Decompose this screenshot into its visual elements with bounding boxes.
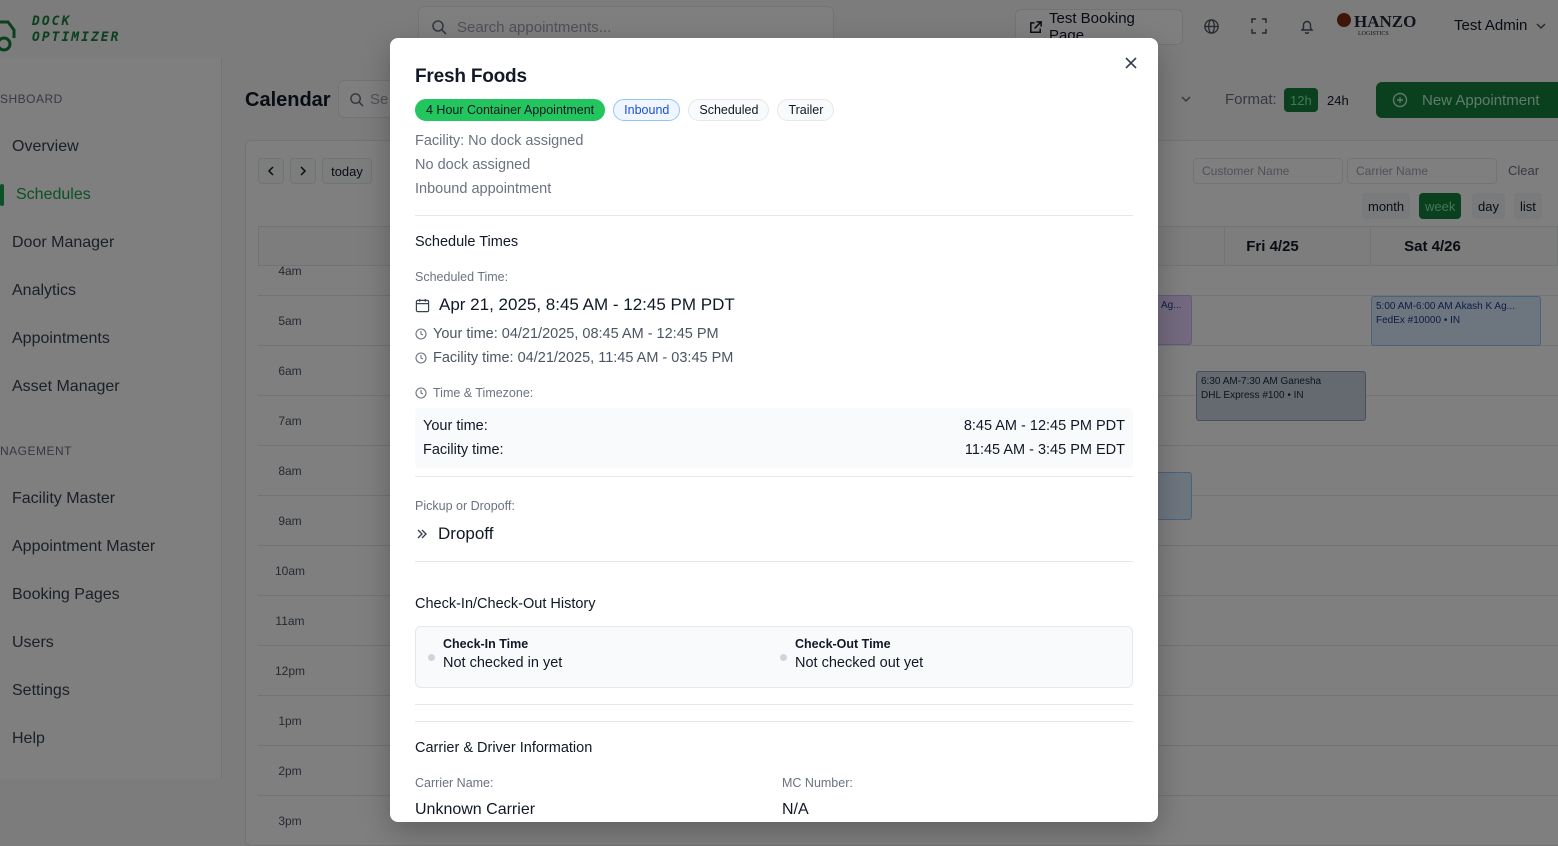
time-timezone-label-text: Time & Timezone: — [433, 386, 534, 400]
clock-icon — [415, 387, 427, 399]
carrier-name-value: Unknown Carrier — [415, 801, 536, 818]
divider — [415, 704, 1133, 705]
calendar-icon — [415, 298, 430, 313]
carrier-name-label: Carrier Name: — [415, 776, 494, 790]
checkin-column: Check-In Time Not checked in yet — [428, 637, 562, 671]
facility-time-value: Facility time: 04/21/2025, 11:45 AM - 03… — [433, 350, 734, 366]
badge-appointment-type: 4 Hour Container Appointment — [415, 99, 606, 121]
tz-facility-value: 11:45 AM - 3:45 PM EDT — [964, 442, 1125, 458]
dock-line: No dock assigned — [415, 157, 531, 173]
checkout-title: Check-Out Time — [795, 637, 891, 651]
your-time-value: Your time: 04/21/2025, 08:45 AM - 12:45 … — [433, 326, 719, 342]
direction-line: Inbound appointment — [415, 181, 552, 197]
modal-title: Fresh Foods — [415, 66, 527, 87]
schedule-times-heading: Schedule Times — [415, 234, 519, 250]
divider — [415, 721, 1133, 722]
mc-number-value: N/A — [782, 801, 809, 818]
status-dot — [780, 654, 787, 661]
scheduled-time-label: Scheduled Time: — [415, 270, 509, 284]
facility-line: Facility: No dock assigned — [415, 133, 584, 149]
checkout-value: Not checked out yet — [795, 655, 924, 671]
pickup-dropoff-label: Pickup or Dropoff: — [415, 499, 515, 513]
your-time-row: Your time: 04/21/2025, 08:45 AM - 12:45 … — [415, 326, 719, 342]
checkin-title: Check-In Time — [443, 637, 529, 651]
checkin-history-heading: Check-In/Check-Out History — [415, 596, 596, 612]
clock-icon — [415, 328, 427, 340]
scheduled-time-row: Apr 21, 2025, 8:45 AM - 12:45 PM PDT — [415, 295, 735, 315]
time-timezone-label: Time & Timezone: — [415, 386, 533, 400]
checkin-history-box: Check-In Time Not checked in yet Check-O… — [415, 626, 1133, 688]
close-button[interactable] — [1122, 54, 1140, 72]
badge-status: Scheduled — [688, 99, 770, 121]
mc-number-label: MC Number: — [782, 776, 853, 790]
tz-your-value: 8:45 AM - 12:45 PM PDT — [963, 418, 1125, 434]
facility-time-row: Facility time: 04/21/2025, 11:45 AM - 03… — [415, 350, 733, 366]
scheduled-time-value: Apr 21, 2025, 8:45 AM - 12:45 PM PDT — [439, 295, 735, 314]
divider — [415, 561, 1133, 562]
tz-your-key: Your time: — [423, 418, 488, 434]
appointment-badges: 4 Hour Container Appointment Inbound Sch… — [415, 99, 835, 121]
checkin-value: Not checked in yet — [443, 655, 563, 671]
tz-your-row: Your time: 8:45 AM - 12:45 PM PDT — [423, 418, 1125, 434]
tz-facility-row: Facility time: 11:45 AM - 3:45 PM EDT — [423, 442, 1125, 458]
badge-equipment: Trailer — [777, 99, 835, 121]
timezone-box: Your time: 8:45 AM - 12:45 PM PDT Facili… — [415, 408, 1133, 468]
clock-icon — [415, 352, 427, 364]
pickup-dropoff-row: Dropoff — [415, 524, 493, 544]
appointment-details-modal: Fresh Foods 4 Hour Container Appointment… — [390, 38, 1158, 822]
checkout-column: Check-Out Time Not checked out yet — [780, 637, 923, 671]
divider — [415, 215, 1133, 216]
status-dot — [428, 654, 435, 661]
pickup-dropoff-value: Dropoff — [438, 524, 494, 543]
carrier-driver-heading: Carrier & Driver Information — [415, 740, 593, 756]
close-icon — [1125, 57, 1137, 69]
tz-facility-key: Facility time: — [423, 442, 504, 458]
badge-direction: Inbound — [613, 99, 681, 121]
divider — [415, 476, 1133, 477]
double-chevron-right-icon — [415, 527, 429, 541]
